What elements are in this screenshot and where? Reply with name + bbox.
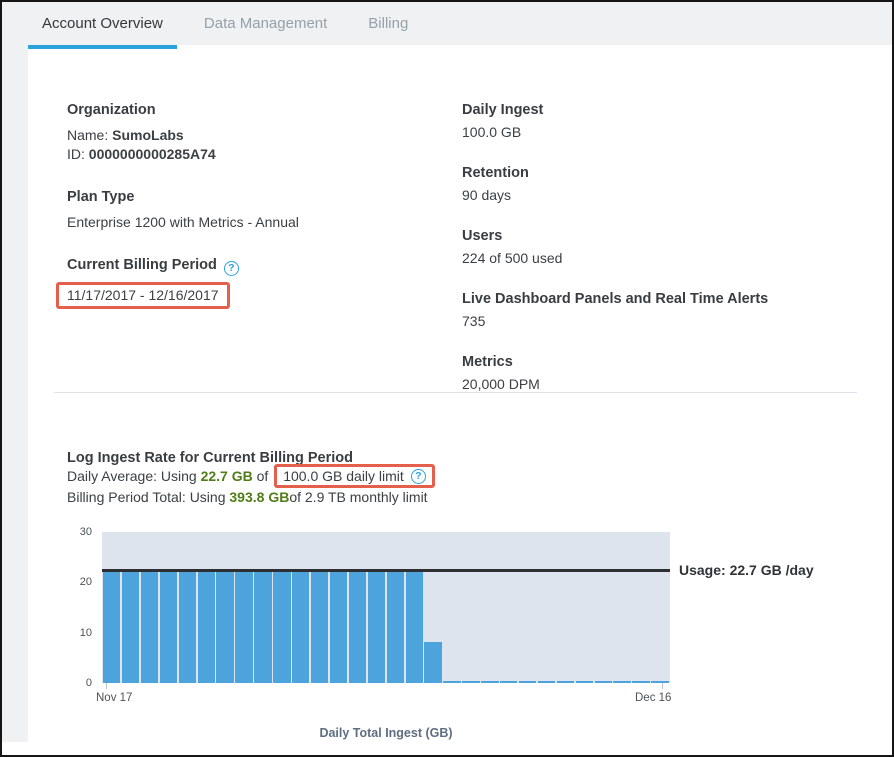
organization-id-row: ID: 0000000000285A74 — [67, 145, 437, 164]
stat-value: 90 days — [462, 186, 872, 205]
billing-period-label: Current Billing Period — [67, 257, 217, 273]
ingest-bar — [632, 681, 649, 683]
ingest-bar — [160, 569, 177, 683]
account-info-column: Organization Name: SumoLabs ID: 00000000… — [67, 101, 437, 333]
ingest-bar — [538, 681, 555, 683]
y-axis-tick: 10 — [66, 626, 92, 640]
billing-period-value: 11/17/2017 - 12/16/2017 — [67, 287, 219, 303]
plan-type-value: Enterprise 1200 with Metrics - Annual — [67, 213, 437, 232]
organization-label: Organization — [67, 101, 437, 120]
ingest-bar — [122, 569, 139, 683]
ingest-section-header: Log Ingest Rate for Current Billing Peri… — [67, 450, 747, 507]
x-axis-tickmark — [662, 683, 663, 689]
stat-label: Retention — [462, 164, 872, 183]
ingest-bar — [141, 569, 158, 683]
stat-users: Users 224 of 500 used — [462, 227, 872, 268]
x-axis-tick: Dec 16 — [635, 692, 671, 704]
stat-metrics: Metrics 20,000 DPM — [462, 353, 872, 394]
ingest-bar — [330, 569, 347, 683]
stat-value: 224 of 500 used — [462, 249, 872, 268]
daily-average-prefix: Daily Average: Using — [67, 468, 201, 484]
daily-average-used: 22.7 GB — [201, 468, 253, 484]
ingest-bar — [500, 681, 517, 683]
daily-limit-highlight-box: 100.0 GB daily limit? — [274, 464, 435, 488]
plan-type-block: Plan Type Enterprise 1200 with Metrics -… — [67, 188, 437, 232]
help-icon[interactable]: ? — [224, 261, 239, 276]
ingest-bars — [102, 532, 670, 683]
chart-caption: Daily Total Ingest (GB) — [102, 726, 670, 740]
tab-account-overview[interactable]: Account Overview — [28, 2, 177, 45]
ingest-plot-area — [102, 532, 670, 683]
billing-total-prefix: Billing Period Total: Using — [67, 489, 229, 505]
billing-period-label-row: Current Billing Period? — [67, 256, 437, 276]
ingest-bar — [613, 681, 630, 683]
ingest-bar — [198, 569, 215, 683]
ingest-bar — [387, 569, 404, 683]
billing-total-line: Billing Period Total: Using 393.8 GBof 2… — [67, 488, 747, 507]
usage-reference-line — [102, 569, 670, 572]
tab-billing[interactable]: Billing — [354, 2, 422, 45]
stat-dashboard-panels: Live Dashboard Panels and Real Time Aler… — [462, 290, 872, 331]
stat-value: 100.0 GB — [462, 123, 872, 142]
x-axis-tickmark — [106, 683, 107, 689]
y-axis-tick: 0 — [66, 676, 92, 690]
billing-period-block: Current Billing Period? 11/17/2017 - 12/… — [67, 256, 437, 309]
ingest-bar — [254, 569, 271, 683]
section-divider — [54, 392, 857, 393]
stat-value: 735 — [462, 312, 872, 331]
billing-total-suffix: of 2.9 TB monthly limit — [289, 489, 427, 505]
daily-average-line: Daily Average: Using 22.7 GB of 100.0 GB… — [67, 467, 747, 488]
stat-label: Users — [462, 227, 872, 246]
ingest-bar — [349, 569, 366, 683]
organization-name-row: Name: SumoLabs — [67, 126, 437, 145]
ingest-bar — [424, 642, 441, 683]
ingest-bar — [443, 681, 460, 683]
billing-period-highlight-box: 11/17/2017 - 12/16/2017 — [56, 282, 230, 309]
ingest-bar — [292, 569, 309, 683]
account-page: Account Overview Data Management Billing… — [0, 0, 894, 757]
ingest-bar — [103, 569, 120, 683]
plan-type-label: Plan Type — [67, 188, 437, 207]
tabs: Account Overview Data Management Billing — [2, 2, 892, 45]
ingest-bar — [576, 681, 593, 683]
ingest-bar — [406, 569, 423, 683]
ingest-bar — [368, 569, 385, 683]
left-gutter — [2, 45, 28, 742]
daily-limit-text: 100.0 GB daily limit — [283, 467, 404, 486]
stat-daily-ingest: Daily Ingest 100.0 GB — [462, 101, 872, 142]
ingest-bar — [519, 681, 536, 683]
help-icon[interactable]: ? — [411, 469, 426, 484]
y-axis-tick: 30 — [66, 525, 92, 539]
usage-reference-label: Usage: 22.7 GB /day — [679, 562, 814, 578]
stat-label: Live Dashboard Panels and Real Time Aler… — [462, 290, 872, 309]
stat-retention: Retention 90 days — [462, 164, 872, 205]
id-value: 0000000000285A74 — [89, 146, 216, 162]
ingest-bar — [216, 569, 233, 683]
ingest-chart: 30 20 10 0 Usage: 22.7 GB /day Nov 17 De… — [102, 532, 894, 747]
x-axis-tick: Nov 17 — [96, 692, 132, 704]
plan-stats-column: Daily Ingest 100.0 GB Retention 90 days … — [462, 101, 872, 416]
stat-label: Metrics — [462, 353, 872, 372]
ingest-bar — [235, 569, 252, 683]
ingest-bar — [595, 681, 612, 683]
tab-data-management[interactable]: Data Management — [190, 2, 341, 45]
ingest-bar — [462, 681, 479, 683]
stat-label: Daily Ingest — [462, 101, 872, 120]
tab-bar: Account Overview Data Management Billing — [2, 2, 892, 45]
daily-average-mid: of — [253, 468, 272, 484]
name-label: Name: — [67, 127, 112, 143]
name-value: SumoLabs — [112, 127, 184, 143]
id-label: ID: — [67, 146, 89, 162]
ingest-bar — [311, 569, 328, 683]
ingest-bar — [651, 681, 668, 683]
ingest-bar — [179, 569, 196, 683]
ingest-bar — [273, 569, 290, 683]
billing-total-used: 393.8 GB — [229, 489, 289, 505]
ingest-bar — [557, 681, 574, 683]
organization-block: Organization Name: SumoLabs ID: 00000000… — [67, 101, 437, 164]
ingest-bar — [481, 681, 498, 683]
y-axis-tick: 20 — [66, 575, 92, 589]
